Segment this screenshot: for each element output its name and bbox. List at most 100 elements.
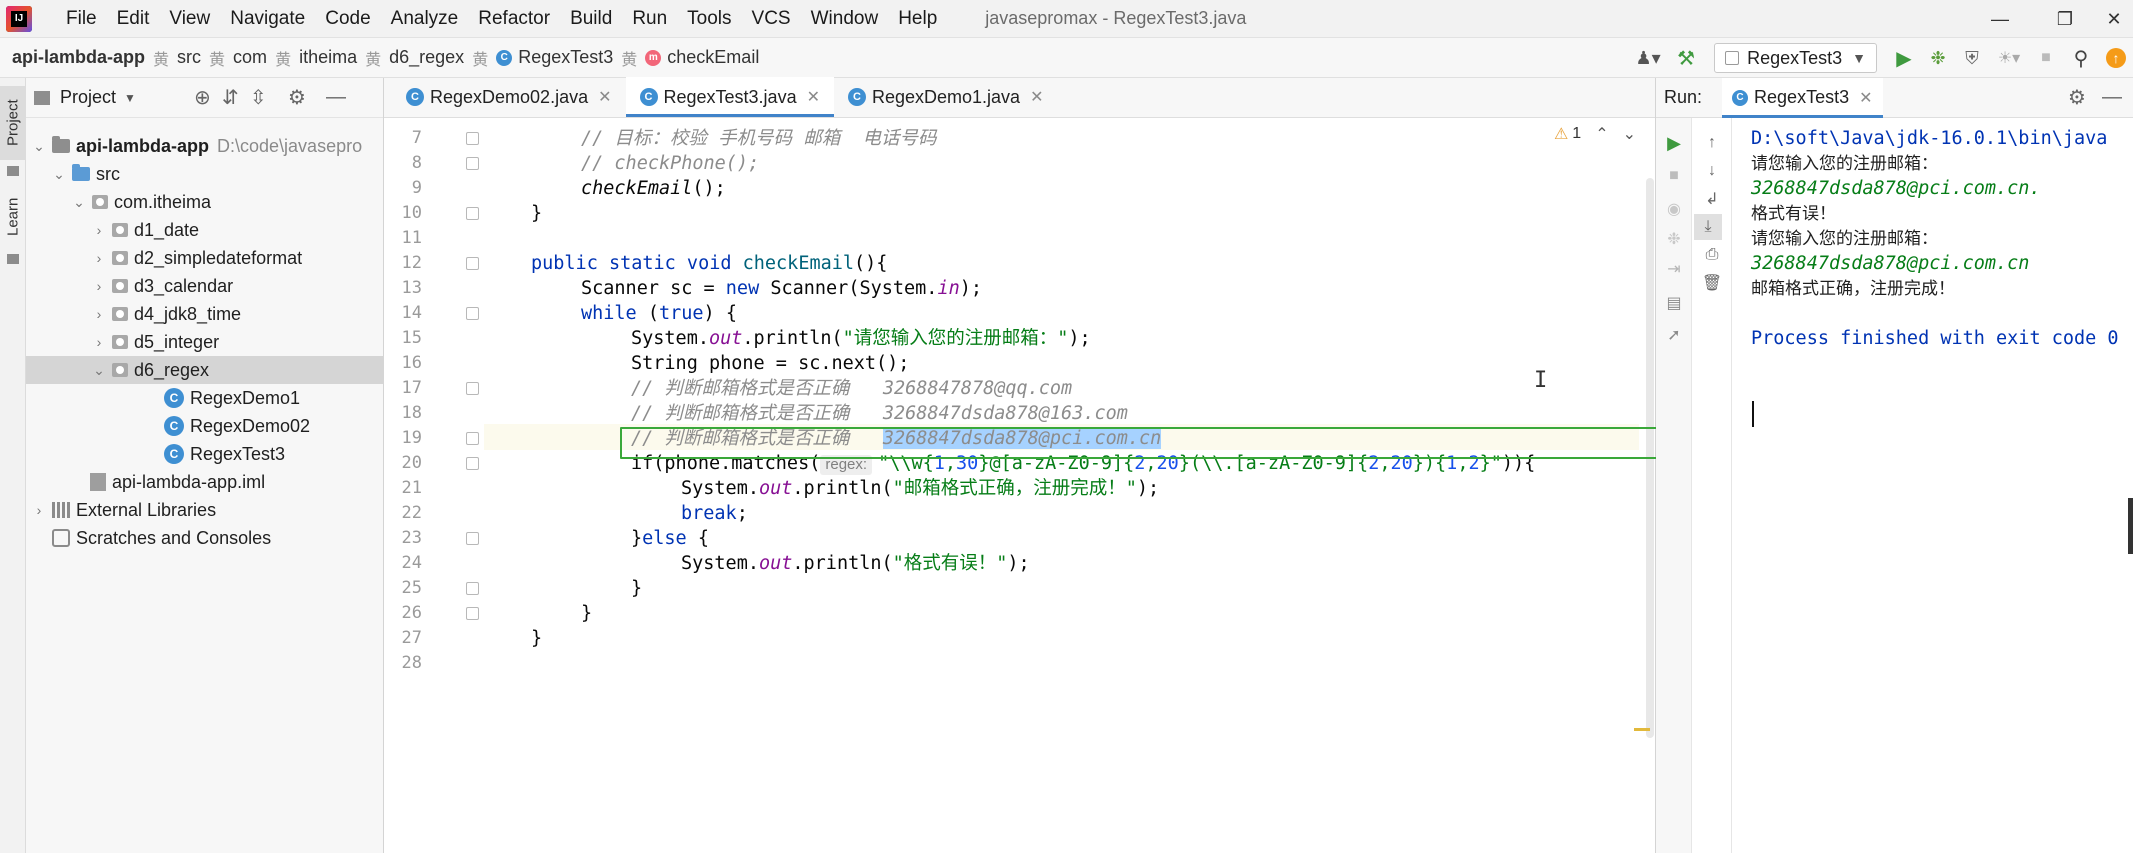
tree-item-d6-regex[interactable]: ⌄ d6_regex (26, 356, 384, 384)
stripe-learn-tab[interactable]: Learn (0, 186, 26, 248)
hide-panel-icon[interactable]: — (326, 86, 346, 109)
locate-icon[interactable]: ⊕ (194, 85, 211, 110)
user-icon[interactable]: ♟▾ (1628, 48, 1668, 69)
fold-marker-icon[interactable] (466, 457, 479, 470)
gear-icon[interactable]: ⚙ (288, 85, 306, 110)
menu-view[interactable]: View (159, 8, 220, 30)
debug-icon[interactable]: ❉ (1656, 226, 1692, 252)
arrow-down-icon[interactable]: ↓ (1694, 158, 1730, 184)
menu-refactor[interactable]: Refactor (468, 8, 560, 30)
tree-item-scratches[interactable]: Scratches and Consoles (26, 524, 384, 552)
tree-item-external-libraries[interactable]: › External Libraries (26, 496, 384, 524)
menu-help[interactable]: Help (888, 8, 947, 30)
menu-vcs[interactable]: VCS (742, 8, 801, 30)
restore-button[interactable]: ❐ (2035, 0, 2095, 38)
tree-item-d3-calendar[interactable]: › d3_calendar (26, 272, 384, 300)
close-window-button[interactable]: ✕ (2095, 0, 2133, 38)
stop-icon[interactable]: ■ (2029, 49, 2063, 67)
build-hammer-icon[interactable]: ⚒ (1668, 46, 1704, 71)
menu-edit[interactable]: Edit (107, 8, 160, 30)
menu-navigate[interactable]: Navigate (220, 8, 315, 30)
breadcrumb-itheima[interactable]: itheima (299, 47, 357, 68)
fold-marker-icon[interactable] (466, 432, 479, 445)
expand-all-icon[interactable]: ⇵ (222, 85, 239, 110)
fold-marker-icon[interactable] (466, 607, 479, 620)
fold-marker-icon[interactable] (466, 307, 479, 320)
intellij-logo-icon[interactable] (6, 5, 32, 32)
chevron-down-icon[interactable]: ▼ (124, 91, 136, 105)
coverage-icon[interactable]: ⛨ (1955, 48, 1989, 69)
debug-icon[interactable]: ❉ (1921, 48, 1955, 69)
tree-item-src[interactable]: ⌄ src (26, 160, 384, 188)
tab-regextest3[interactable]: C RegexTest3.java ✕ (625, 77, 835, 117)
hide-panel-icon[interactable]: — (2102, 86, 2122, 109)
scroll-to-end-icon[interactable]: ⤓ (1694, 214, 1722, 240)
inspection-widget[interactable]: ⚠ 1 ⌃ ⌄ (1554, 124, 1636, 144)
login-icon[interactable]: ⇥ (1656, 256, 1692, 282)
close-tab-icon[interactable]: ✕ (1859, 88, 1872, 108)
tree-item-d4-jdk8-time[interactable]: › d4_jdk8_time (26, 300, 384, 328)
minimize-button[interactable]: — (1970, 0, 2030, 38)
tree-item-regextest3[interactable]: C RegexTest3 (26, 440, 384, 468)
code-area[interactable]: ⚠ 1 ⌃ ⌄ 7 8 9 10 11 12 13 14 15 16 17 18… (384, 118, 1656, 853)
tree-item-regexdemo02[interactable]: C RegexDemo02 (26, 412, 384, 440)
breadcrumb-src[interactable]: src (177, 47, 201, 68)
fold-marker-icon[interactable] (466, 257, 479, 270)
tree-item-regexdemo1[interactable]: C RegexDemo1 (26, 384, 384, 412)
editor-scrollbar[interactable] (1646, 178, 1654, 738)
tree-item-d5-integer[interactable]: › d5_integer (26, 328, 384, 356)
fold-marker-icon[interactable] (466, 132, 479, 145)
close-tab-icon[interactable]: ✕ (598, 87, 611, 107)
update-icon[interactable]: ↑ (2099, 48, 2133, 68)
tree-item-d2-simpledateformat[interactable]: › d2_simpledateformat (26, 244, 384, 272)
menu-build[interactable]: Build (560, 8, 622, 30)
run-tab-regextest3[interactable]: C RegexTest3 ✕ (1722, 77, 1883, 118)
arrow-up-icon[interactable]: ↑ (1694, 130, 1730, 156)
selected-text[interactable]: 3268847dsda878@pci.com.cn (882, 428, 1162, 449)
camera-icon[interactable]: ◉ (1656, 196, 1692, 222)
tree-item-iml[interactable]: api-lambda-app.iml (26, 468, 384, 496)
collapse-all-icon[interactable]: ⇳ (250, 85, 267, 110)
menu-code[interactable]: Code (315, 8, 380, 30)
chevron-up-icon[interactable]: ⌃ (1595, 124, 1608, 144)
menu-window[interactable]: Window (801, 8, 889, 30)
fold-marker-icon[interactable] (466, 157, 479, 170)
chevron-down-icon[interactable]: ⌄ (1623, 124, 1636, 144)
fold-marker-icon[interactable] (466, 532, 479, 545)
breadcrumb-d6-regex[interactable]: d6_regex (389, 47, 464, 68)
console-scrollbar[interactable] (2128, 498, 2133, 554)
menu-run[interactable]: Run (622, 8, 677, 30)
close-tab-icon[interactable]: ✕ (807, 87, 820, 107)
gear-icon[interactable]: ⚙ (2068, 85, 2086, 110)
tree-item-d1-date[interactable]: › d1_date (26, 216, 384, 244)
tab-regexdemo02[interactable]: C RegexDemo02.java ✕ (392, 77, 626, 117)
search-icon[interactable]: ⚲ (2063, 46, 2099, 71)
breadcrumb-class[interactable]: C RegexTest3 (496, 47, 613, 68)
tree-item-com-itheima[interactable]: ⌄ com.itheima (26, 188, 384, 216)
warning-stripe-marker[interactable] (1634, 728, 1650, 731)
console-output[interactable]: D:\soft\Java\jdk-16.0.1\bin\java 请您输入您的注… (1733, 118, 2133, 853)
tree-item-project-root[interactable]: ⌄ api-lambda-app D:\code\javasepro (26, 132, 384, 160)
run-configuration-select[interactable]: RegexTest3 ▼ (1714, 43, 1877, 73)
menu-file[interactable]: File (56, 8, 107, 30)
breadcrumb-method[interactable]: m checkEmail (645, 47, 759, 68)
project-panel-title[interactable]: Project (60, 87, 116, 108)
stop-icon[interactable]: ■ (1656, 163, 1692, 189)
run-icon[interactable]: ▶ (1887, 46, 1921, 71)
tab-regexdemo1[interactable]: C RegexDemo1.java ✕ (834, 77, 1057, 117)
soft-wrap-icon[interactable]: ↲ (1694, 186, 1730, 212)
breadcrumb-project[interactable]: api-lambda-app (12, 47, 145, 68)
pin-icon[interactable]: ➚ (1656, 322, 1692, 348)
menu-tools[interactable]: Tools (677, 8, 741, 30)
layout-icon[interactable]: ▤ (1656, 290, 1692, 316)
close-tab-icon[interactable]: ✕ (1030, 87, 1043, 107)
profile-icon[interactable]: ☀▾ (1989, 48, 2029, 68)
fold-marker-icon[interactable] (466, 382, 479, 395)
stripe-project-tab[interactable]: Project (0, 86, 26, 160)
breadcrumb-com[interactable]: com (233, 47, 267, 68)
print-icon[interactable]: ⎙ (1694, 242, 1730, 268)
menu-analyze[interactable]: Analyze (381, 8, 469, 30)
fold-marker-icon[interactable] (466, 582, 479, 595)
rerun-icon[interactable]: ▶ (1656, 130, 1692, 156)
fold-marker-icon[interactable] (466, 207, 479, 220)
